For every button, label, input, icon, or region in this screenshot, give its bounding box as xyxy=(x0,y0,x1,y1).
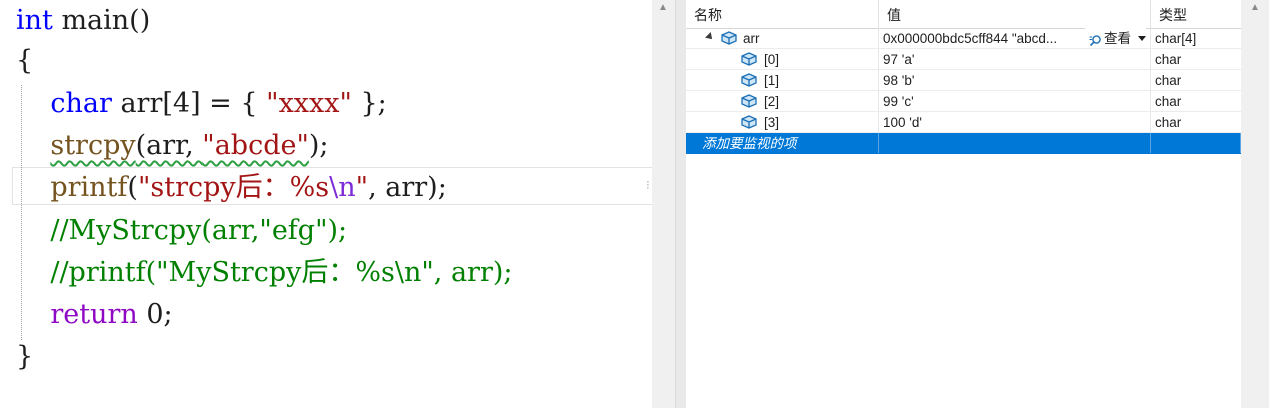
watch-item-name: [2] xyxy=(764,94,780,109)
scroll-up-icon[interactable]: ▲ xyxy=(1249,2,1261,14)
watch-value-cell[interactable]: 98 'b' xyxy=(879,70,1151,90)
add-watch-type-cell xyxy=(1151,133,1241,153)
pane-splitter[interactable] xyxy=(675,0,686,408)
cube-icon xyxy=(720,30,738,48)
code-token: "abcde" xyxy=(202,130,309,161)
dropdown-caret-icon[interactable] xyxy=(1138,35,1146,41)
scroll-up-icon[interactable]: ▲ xyxy=(656,0,670,14)
watch-type-cell: char xyxy=(1155,52,1182,67)
code-token: \n xyxy=(329,172,356,203)
watch-type-cell: char xyxy=(1155,73,1182,88)
cube-icon xyxy=(740,93,758,111)
watch-row-child[interactable]: [2] 99 'c' char xyxy=(686,91,1241,112)
code-token: printf xyxy=(50,172,128,203)
column-header-name[interactable]: 名称 xyxy=(686,0,879,28)
watch-item-name: [3] xyxy=(764,115,780,130)
code-token: (arr, xyxy=(135,130,203,161)
code-token: strcpy xyxy=(50,130,136,161)
watch-vertical-scrollbar[interactable]: ▲ xyxy=(1241,0,1269,408)
watch-row-child[interactable]: [1] 98 'b' char xyxy=(686,70,1241,91)
inline-hint-icon[interactable]: ⁝ xyxy=(646,178,650,192)
watch-header: 名称 值 类型 xyxy=(686,0,1241,29)
editor-vertical-scrollbar[interactable]: ▲ xyxy=(652,0,675,408)
code-line[interactable]: char arr[4] = { "xxxx" }; xyxy=(16,83,387,125)
cube-icon xyxy=(740,51,758,69)
code-token: "strcpy后：%s xyxy=(137,172,330,203)
watch-name-cell: arr xyxy=(686,28,879,48)
code-token: ); xyxy=(308,130,329,161)
watch-value-cell[interactable]: 100 'd' xyxy=(879,112,1151,132)
code-token: arr[4] = { xyxy=(111,88,267,119)
code-line[interactable]: } xyxy=(16,336,33,378)
code-line[interactable]: strcpy(arr, "abcde"); xyxy=(16,125,329,167)
code-token: " xyxy=(355,172,369,203)
watch-item-name: [0] xyxy=(764,52,780,67)
expander-icon[interactable] xyxy=(705,32,715,42)
watch-name-cell: [3] xyxy=(686,112,879,132)
code-token: int xyxy=(16,5,53,36)
add-watch-value-cell xyxy=(879,133,1151,153)
code-line[interactable]: return 0; xyxy=(16,294,173,336)
watch-row-root[interactable]: arr 0x000000bdc5cff844 "abcd... 查看 char[… xyxy=(686,28,1241,49)
column-header-value[interactable]: 值 xyxy=(879,0,1151,28)
add-watch-row[interactable]: 添加要监视的项 xyxy=(686,133,1241,154)
code-token: ( xyxy=(127,172,138,203)
code-token: //printf("MyStrcpy后：%s\n", arr); xyxy=(50,257,513,288)
watch-value-cell[interactable]: 97 'a' xyxy=(879,49,1151,69)
watch-name-cell: [1] xyxy=(686,70,879,90)
watch-value-cell[interactable]: 0x000000bdc5cff844 "abcd... 查看 xyxy=(879,28,1151,48)
code-line[interactable]: int main() xyxy=(16,0,150,42)
code-token: { xyxy=(16,45,34,76)
code-token: main() xyxy=(52,5,151,36)
watch-item-name: [1] xyxy=(764,73,780,88)
watch-type-cell: char xyxy=(1155,115,1182,130)
code-token: } xyxy=(16,341,34,372)
cube-icon xyxy=(740,72,758,90)
column-header-type[interactable]: 类型 xyxy=(1151,0,1241,28)
watch-item-value: 0x000000bdc5cff844 "abcd... xyxy=(883,31,1058,46)
code-token: }; xyxy=(351,88,387,119)
watch-window: 名称 值 类型 arr 0x000000bdc5cff844 "abcd... … xyxy=(686,0,1241,408)
code-editor[interactable]: int main(){ char arr[4] = { "xxxx" }; st… xyxy=(0,0,652,408)
code-token: 0; xyxy=(137,299,173,330)
add-watch-placeholder[interactable]: 添加要监视的项 xyxy=(686,133,879,153)
watch-name-cell: [2] xyxy=(686,91,879,111)
view-button-label: 查看 xyxy=(1104,30,1131,46)
watch-row-child[interactable]: [3] 100 'd' char xyxy=(686,112,1241,133)
code-token: , arr); xyxy=(368,172,447,203)
watch-row-child[interactable]: [0] 97 'a' char xyxy=(686,49,1241,70)
view-button[interactable]: 查看 xyxy=(1085,28,1146,48)
code-line[interactable]: //MyStrcpy(arr,"efg"); xyxy=(16,210,347,252)
code-token: "xxxx" xyxy=(266,88,352,119)
watch-type-cell: char[4] xyxy=(1155,31,1197,46)
watch-name-cell: [0] xyxy=(686,49,879,69)
code-line[interactable]: { xyxy=(16,40,33,82)
cube-icon xyxy=(740,114,758,132)
code-token: char xyxy=(50,88,112,119)
code-line[interactable]: //printf("MyStrcpy后：%s\n", arr); xyxy=(16,252,512,294)
code-token: //MyStrcpy(arr,"efg"); xyxy=(50,215,348,246)
magnifier-icon xyxy=(1089,32,1101,47)
code-token: return xyxy=(50,299,138,330)
watch-value-cell[interactable]: 99 'c' xyxy=(879,91,1151,111)
watch-type-cell: char xyxy=(1155,94,1182,109)
watch-item-name: arr xyxy=(743,31,760,46)
code-line[interactable]: printf("strcpy后：%s\n", arr); xyxy=(16,167,447,209)
